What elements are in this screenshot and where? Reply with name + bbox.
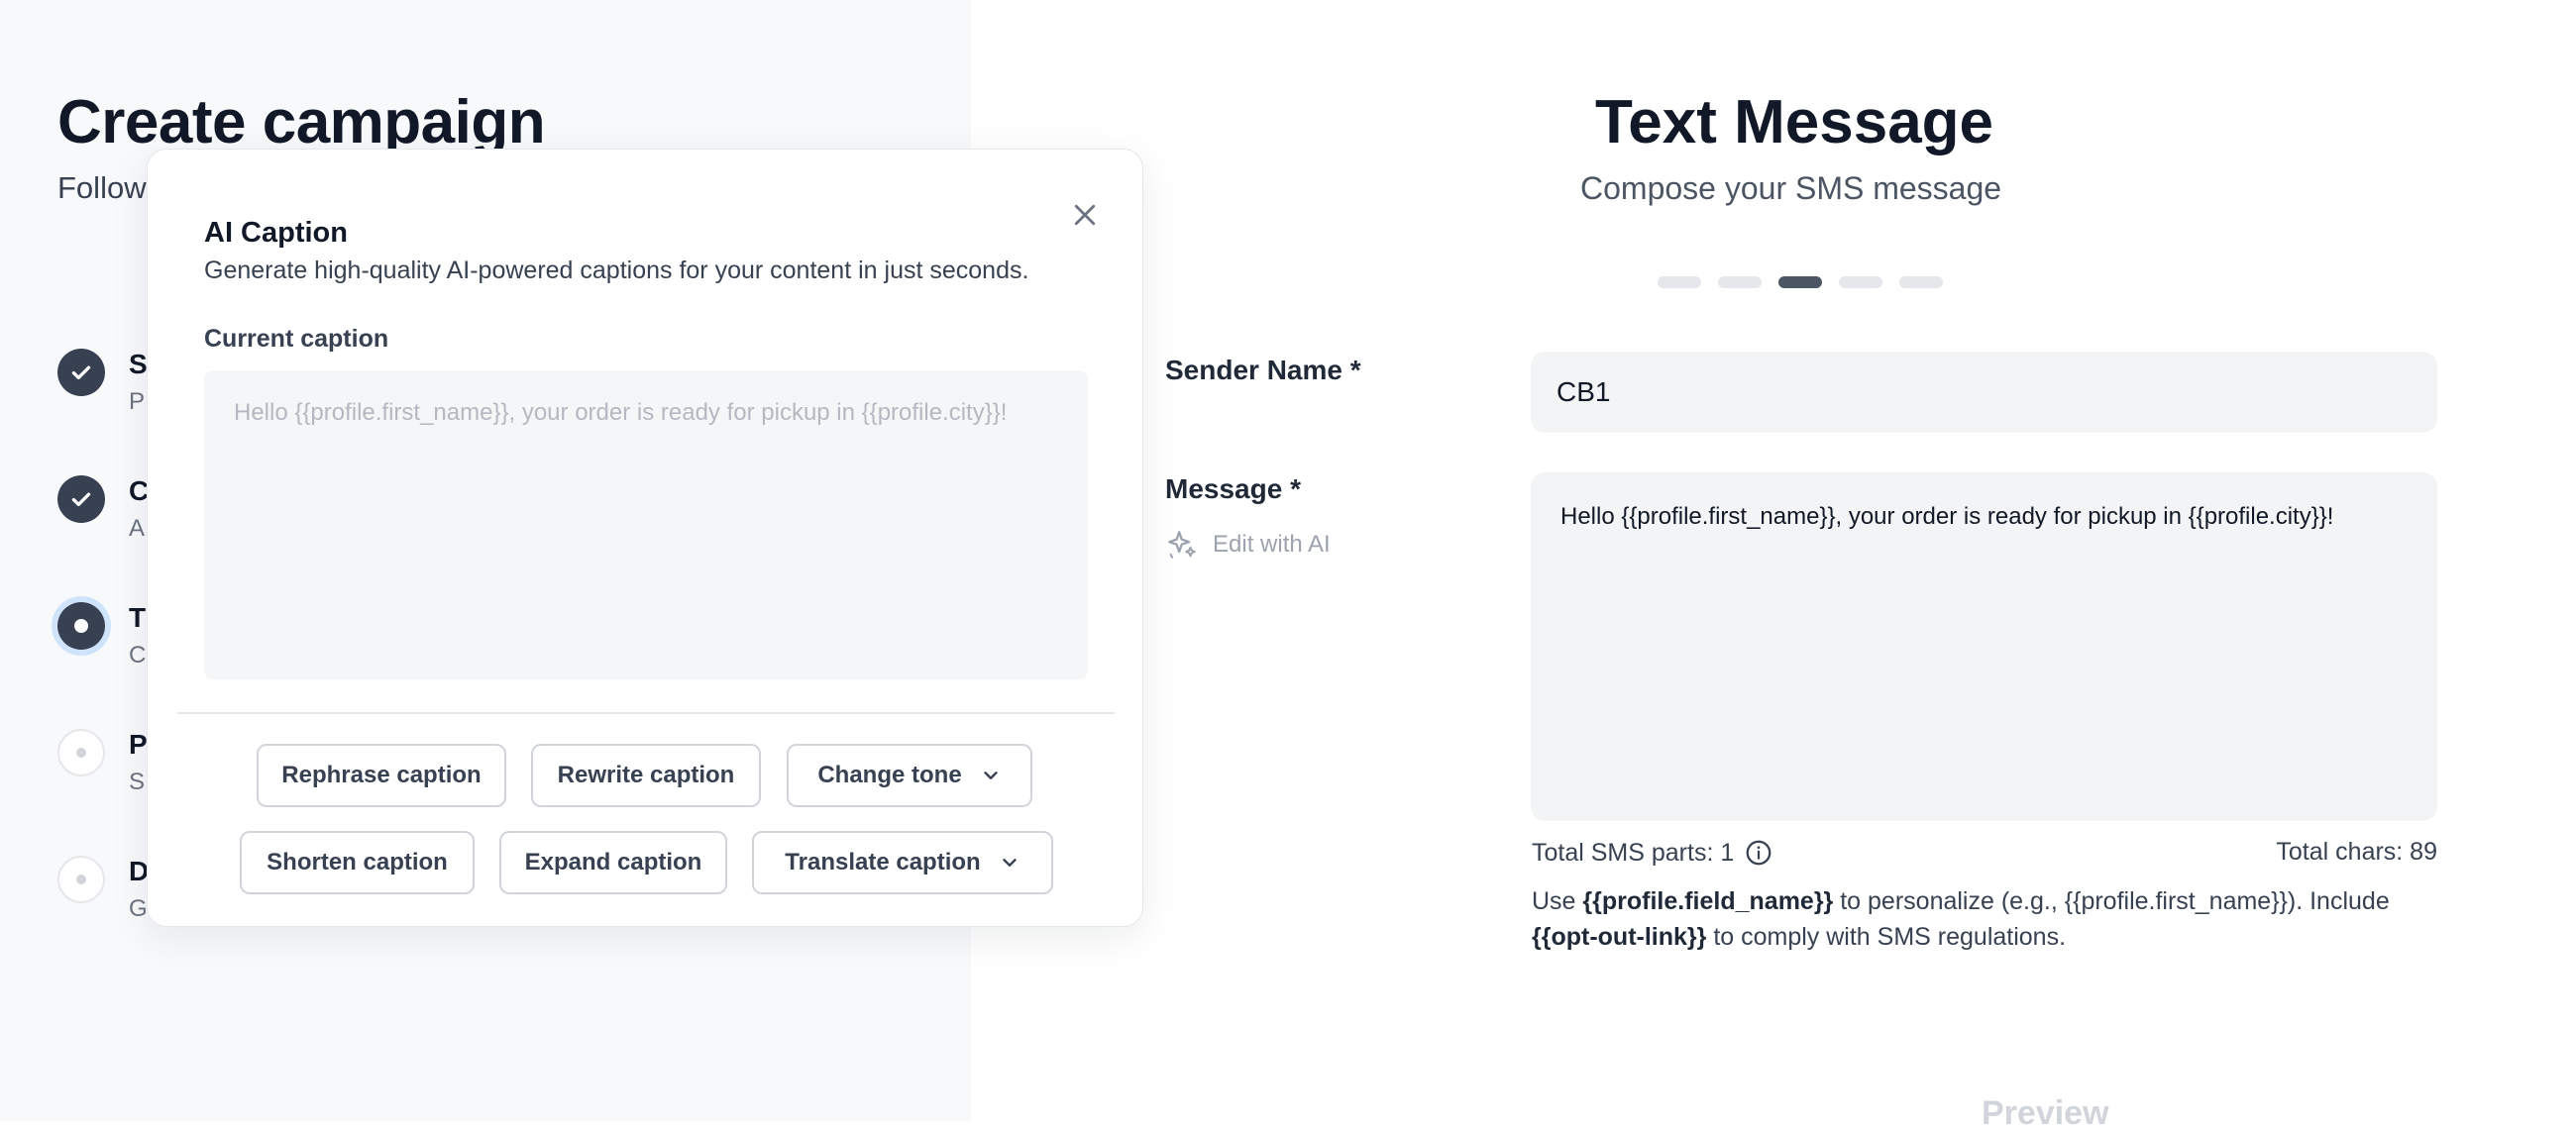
step-done-indicator xyxy=(57,349,105,396)
modal-close-button[interactable] xyxy=(1063,193,1107,237)
modal-title: AI Caption xyxy=(204,217,348,249)
message-label: Message * xyxy=(1165,473,1301,504)
sender-name-label: Sender Name * xyxy=(1165,355,1361,385)
preview-heading: Preview xyxy=(1982,1094,2109,1132)
expand-caption-label: Expand caption xyxy=(524,849,702,876)
change-tone-dropdown[interactable]: Change tone xyxy=(787,744,1032,807)
sparkle-icon xyxy=(1168,531,1196,559)
help-end: to comply with SMS regulations. xyxy=(1713,923,2067,951)
step-title: S xyxy=(129,349,148,379)
check-icon xyxy=(71,492,91,507)
upcoming-dot-icon xyxy=(76,748,86,758)
rephrase-caption-button[interactable]: Rephrase caption xyxy=(257,744,506,807)
progress-dot xyxy=(1839,276,1882,288)
ai-caption-modal: AI Caption Generate high-quality AI-powe… xyxy=(147,149,1143,927)
rephrase-caption-label: Rephrase caption xyxy=(281,762,482,788)
step-description: S xyxy=(129,769,146,795)
step-progress xyxy=(1658,276,1943,288)
current-caption-text: Hello {{profile.first_name}}, your order… xyxy=(204,370,1088,679)
sender-name-input[interactable] xyxy=(1531,352,2437,433)
help-token-opt-out: {{opt-out-link}} xyxy=(1532,923,1707,951)
current-caption-label: Current caption xyxy=(204,325,389,353)
step-upcoming-indicator xyxy=(57,856,105,903)
step-done-indicator xyxy=(57,475,105,523)
step-description: G xyxy=(129,895,148,922)
chevron-down-icon xyxy=(1002,859,1017,867)
step-description: C xyxy=(129,642,147,669)
step-upcoming-indicator xyxy=(57,729,105,776)
modal-divider xyxy=(177,712,1115,714)
help-use: Use xyxy=(1532,887,1576,915)
shorten-caption-button[interactable]: Shorten caption xyxy=(240,831,475,894)
progress-dot-active xyxy=(1778,276,1822,288)
page-title: Create campaign xyxy=(57,88,546,156)
rewrite-caption-label: Rewrite caption xyxy=(557,762,735,788)
sms-parts-text: Total SMS parts: 1 xyxy=(1532,838,1735,867)
message-panel-subtitle: Compose your SMS message xyxy=(1580,170,2002,206)
edit-with-ai-label: Edit with AI xyxy=(1213,531,1331,558)
message-textarea[interactable]: Hello {{profile.first_name}}, your order… xyxy=(1531,472,2437,821)
shorten-caption-label: Shorten caption xyxy=(267,849,448,876)
progress-dot xyxy=(1658,276,1701,288)
page-subtitle: Follow xyxy=(57,170,147,205)
step-title: T xyxy=(129,602,147,633)
sms-parts-counter: Total SMS parts: 1 xyxy=(1532,838,1773,868)
translate-caption-label: Translate caption xyxy=(785,849,981,876)
message-panel-title: Text Message xyxy=(1595,88,1994,156)
step-current-indicator xyxy=(57,602,105,650)
personalization-help: Use {{profile.field_name}} to personaliz… xyxy=(1532,883,2443,955)
rewrite-caption-button[interactable]: Rewrite caption xyxy=(531,744,761,807)
step-title: P xyxy=(129,729,148,760)
modal-description: Generate high-quality AI-powered caption… xyxy=(204,257,1029,284)
edit-with-ai-button[interactable]: Edit with AI xyxy=(1165,528,1331,562)
help-token-field-name: {{profile.field_name}} xyxy=(1582,887,1834,915)
upcoming-dot-icon xyxy=(76,875,86,884)
step-description: P xyxy=(129,388,146,415)
total-chars-counter: Total chars: 89 xyxy=(2276,838,2437,866)
chevron-down-icon xyxy=(983,772,998,779)
progress-dot xyxy=(1899,276,1943,288)
expand-caption-button[interactable]: Expand caption xyxy=(499,831,727,894)
info-icon[interactable] xyxy=(1744,838,1773,868)
help-mid: to personalize (e.g., {{profile.first_na… xyxy=(1840,887,2390,915)
close-icon xyxy=(1074,204,1096,226)
translate-caption-dropdown[interactable]: Translate caption xyxy=(752,831,1053,894)
progress-dot xyxy=(1718,276,1762,288)
check-icon xyxy=(71,365,91,380)
change-tone-label: Change tone xyxy=(817,762,962,788)
current-dot-icon xyxy=(74,619,88,633)
step-description: A xyxy=(129,515,146,542)
